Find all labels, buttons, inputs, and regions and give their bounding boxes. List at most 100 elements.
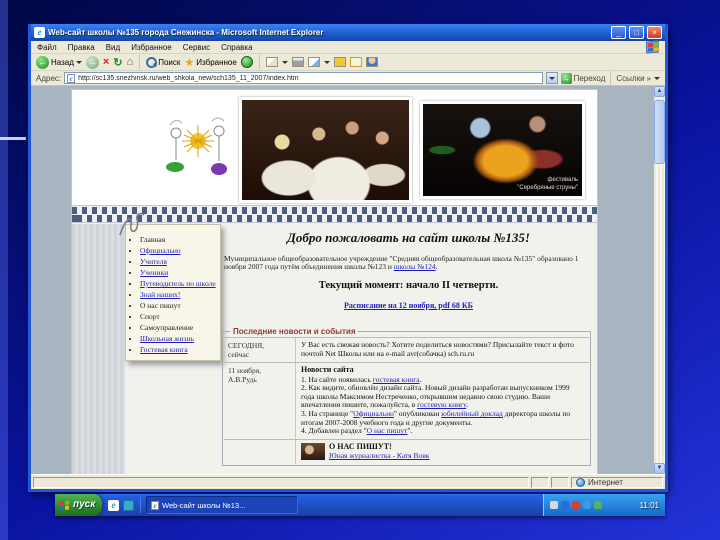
sidebar-item-school-life[interactable]: Школьная жизнь — [140, 334, 194, 343]
discuss-icon[interactable] — [333, 57, 346, 67]
address-bar: Адрес: e http://sc135.snezhinsk.ru/web_s… — [31, 71, 665, 86]
about-block: О НАС ПИШУТ! Юная журналистка - Катя Вов… — [329, 442, 429, 461]
volume-icon[interactable] — [550, 501, 558, 509]
go-button[interactable]: → Переход — [560, 72, 605, 84]
sidebar-item-guide[interactable]: Путеводитель по школе — [140, 279, 216, 288]
tray-icon-4[interactable] — [583, 501, 591, 509]
tray-icon-2[interactable] — [561, 501, 569, 509]
sidebar-item-know-ours[interactable]: Знай наших! — [140, 290, 180, 299]
ie-window-icon: e — [34, 27, 45, 38]
task-label: Web-сайт школы №13... — [162, 500, 246, 510]
menu-tools[interactable]: Сервис — [183, 43, 210, 52]
quicklaunch-ie-icon[interactable]: e — [108, 499, 119, 511]
children-drawing-image — [162, 105, 234, 195]
photo-caption: фестиваль "Серебряные струны" — [517, 176, 578, 192]
page-left-margin — [72, 224, 125, 474]
tray-icon-3[interactable] — [572, 501, 580, 509]
sidebar-item-about-us: О нас пишут — [140, 301, 181, 310]
page-icon: e — [67, 73, 76, 83]
system-tray: 11:01 — [543, 494, 665, 516]
taskbar: пуск e e Web-сайт школы №13... 11:01 — [55, 494, 665, 516]
internet-zone-icon — [576, 477, 585, 487]
menu-view[interactable]: Вид — [106, 43, 120, 52]
vertical-scrollbar[interactable]: ▲ ▼ — [654, 86, 665, 474]
menu-edit[interactable]: Правка — [68, 43, 95, 52]
schedule-link[interactable]: Расписание на 12 ноября, pdf 68 КБ — [344, 301, 473, 310]
status-zone-cell: Интернет — [571, 476, 663, 488]
school-124-link[interactable]: школы №124 — [394, 262, 436, 271]
notes-icon[interactable] — [349, 57, 362, 67]
news-row-today: СЕГОДНЯ, сейчас У Вас есть свежая новост… — [224, 337, 589, 362]
links-button[interactable]: Ссылки » — [616, 74, 651, 83]
refresh-icon[interactable]: ↻ — [113, 56, 122, 69]
minimize-button[interactable]: _ — [611, 26, 626, 39]
forward-button[interactable]: → — [85, 55, 99, 69]
sidebar-item-guestbook[interactable]: Гостевая книга — [140, 345, 188, 354]
item4-text: 4. Добавлен раздел " — [301, 426, 367, 436]
back-dropdown-icon[interactable] — [75, 60, 82, 64]
scroll-up-icon[interactable]: ▲ — [654, 86, 665, 97]
start-button[interactable]: пуск — [55, 494, 102, 516]
intro-tail: . — [435, 262, 438, 271]
address-dropdown-icon[interactable] — [545, 72, 558, 84]
sidebar-item-official[interactable]: Официально — [140, 246, 181, 255]
mail-dropdown-icon[interactable] — [281, 60, 288, 64]
news-row-site-news: 11 ноября, А.В.Рудь Новости сайта 1. На … — [224, 362, 589, 439]
toolbar: ← Назад → × ↻ ⌂ Поиск ★ Избранное — [31, 54, 665, 71]
mail-icon[interactable] — [265, 57, 278, 67]
scrollbar-thumb[interactable] — [654, 100, 665, 164]
photo-band: фестиваль "Серебряные струны" — [72, 90, 597, 205]
scroll-down-icon[interactable]: ▼ — [654, 463, 665, 474]
toolbar-separator — [139, 55, 141, 69]
news-text-cell: У Вас есть свежая новость? Хотите подели… — [296, 338, 589, 362]
now-label: сейчас — [228, 350, 250, 359]
slide-left-dash — [0, 137, 26, 140]
about-us-link[interactable]: О нас пишут — [367, 426, 408, 435]
tray-icon-5[interactable] — [594, 501, 602, 509]
menu-bar: Файл Правка Вид Избранное Сервис Справка — [31, 40, 665, 54]
quicklaunch-desktop-icon[interactable] — [123, 499, 134, 511]
news-row-about: О НАС ПИШУТ! Юная журналистка - Катя Вов… — [224, 438, 589, 464]
address-label: Адрес: — [36, 73, 62, 83]
status-cell-3 — [551, 476, 569, 488]
sidebar-item-teachers[interactable]: Учителя — [140, 257, 167, 266]
edit-dropdown-icon[interactable] — [323, 60, 330, 64]
news-legend: Последние новости и события — [230, 327, 359, 336]
menu-help[interactable]: Справка — [221, 43, 252, 52]
messenger-icon[interactable] — [365, 57, 378, 67]
address-separator — [610, 71, 612, 85]
favorites-button[interactable]: ★ Избранное — [184, 56, 236, 69]
taskbar-separator — [140, 497, 141, 513]
address-url: http://sc135.snezhinsk.ru/web_shkola_new… — [78, 74, 299, 82]
browser-window: e Web-сайт школы №135 города Снежинска -… — [28, 24, 668, 492]
close-button[interactable]: × — [647, 26, 662, 39]
search-button[interactable]: Поиск — [146, 57, 181, 68]
article-link[interactable]: Юная журналистка - Катя Вовк — [329, 451, 429, 461]
home-icon[interactable]: ⌂ — [127, 56, 134, 68]
back-button[interactable]: ← Назад — [36, 55, 82, 69]
slide-left-strip — [0, 0, 8, 540]
today-label: СЕГОДНЯ, — [228, 341, 265, 350]
menu-favorites[interactable]: Избранное — [131, 43, 172, 52]
internet-zone-label: Интернет — [588, 477, 623, 487]
links-chevron-icon: » — [646, 73, 651, 83]
links-dropdown-icon[interactable] — [654, 76, 660, 80]
stop-icon[interactable]: × — [103, 56, 109, 68]
favorites-label: Избранное — [196, 57, 237, 67]
go-icon: → — [560, 72, 572, 84]
links-label: Ссылки — [616, 73, 645, 83]
print-icon[interactable] — [291, 57, 304, 67]
sidebar-item-pupils[interactable]: Ученики — [140, 268, 168, 277]
menu-file[interactable]: Файл — [37, 43, 57, 52]
taskbar-clock: 11:01 — [639, 500, 659, 510]
caption-line-1: фестиваль — [547, 177, 578, 183]
maximize-button[interactable]: □ — [629, 26, 644, 39]
history-icon[interactable] — [240, 56, 253, 68]
news-fieldset: Последние новости и события СЕГОДНЯ, сей… — [222, 327, 591, 466]
paperclip-icon — [119, 212, 145, 236]
edit-icon[interactable] — [307, 57, 320, 67]
back-label: Назад — [51, 57, 74, 67]
search-label: Поиск — [158, 57, 181, 67]
task-button[interactable]: e Web-сайт школы №13... — [146, 496, 298, 514]
address-input[interactable]: e http://sc135.snezhinsk.ru/web_shkola_n… — [64, 72, 543, 84]
